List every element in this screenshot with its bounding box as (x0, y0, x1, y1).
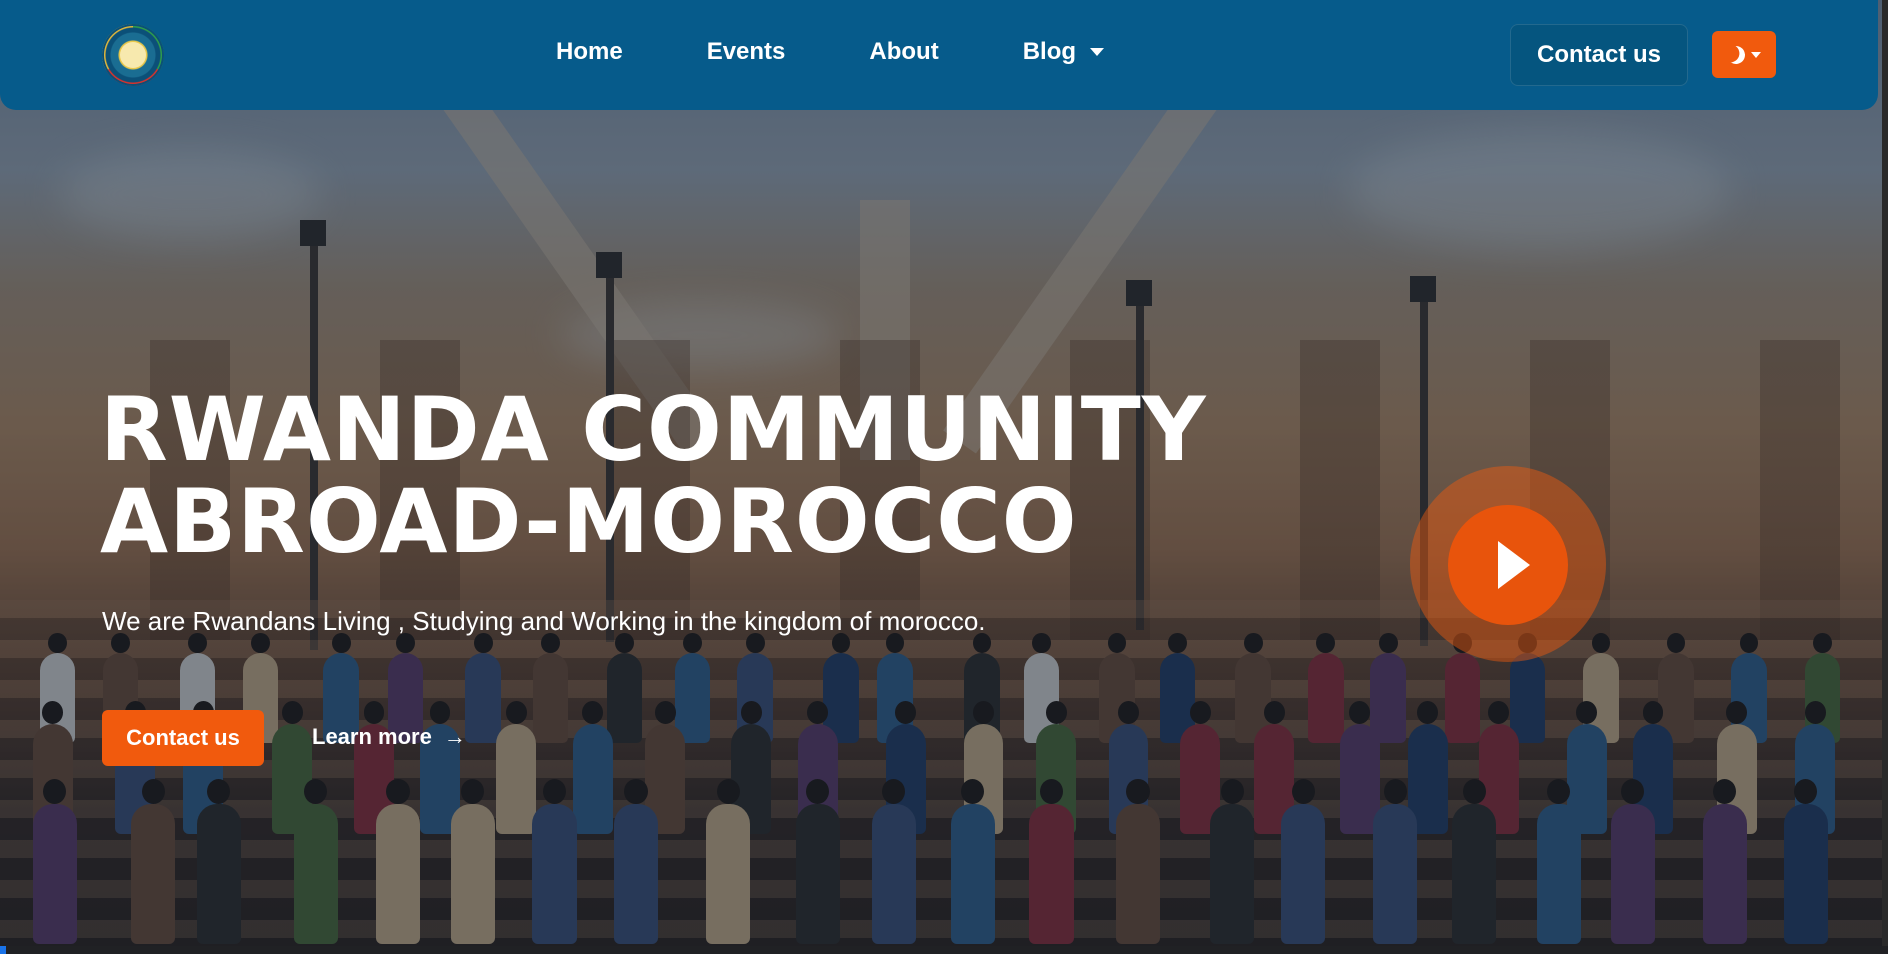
chevron-down-icon (1751, 51, 1761, 58)
nav-home-link[interactable]: Home (556, 38, 623, 66)
navbar: Home Events About Blog Contact us (0, 0, 1878, 110)
hero-title-line2: ABROAD-MOROCCO (100, 470, 1078, 573)
nav-blog-label: Blog (1022, 38, 1077, 65)
hero-title: RWANDA COMMUNITY ABROAD-MOROCCO (100, 384, 1300, 568)
taskbar-strip (0, 946, 1888, 954)
chevron-down-icon (1090, 48, 1105, 56)
moon-icon (1725, 43, 1747, 65)
play-icon (1498, 541, 1530, 589)
scrollbar[interactable] (1882, 0, 1888, 946)
learn-more-link[interactable]: Learn more → (312, 724, 466, 750)
hero-subtitle: We are Rwandans Living , Studying and Wo… (102, 606, 986, 636)
nav-menu: Home Events About Blog (556, 38, 1105, 66)
learn-more-label: Learn more (312, 724, 432, 749)
play-video-button[interactable] (1448, 505, 1568, 625)
nav-contact-button[interactable]: Contact us (1510, 24, 1688, 86)
nav-events-link[interactable]: Events (707, 38, 786, 66)
rwanda-community-logo-icon[interactable] (102, 24, 164, 86)
hero-title-line1: RWANDA COMMUNITY (100, 378, 1207, 481)
logo-sun (120, 42, 146, 68)
hero-contact-button[interactable]: Contact us (102, 710, 264, 766)
nav-blog-dropdown[interactable]: Blog (1022, 38, 1105, 66)
nav-about-link[interactable]: About (869, 38, 938, 66)
theme-toggle-button[interactable] (1712, 31, 1776, 78)
taskbar-accent (0, 946, 6, 954)
arrow-right-icon: → (443, 724, 466, 749)
